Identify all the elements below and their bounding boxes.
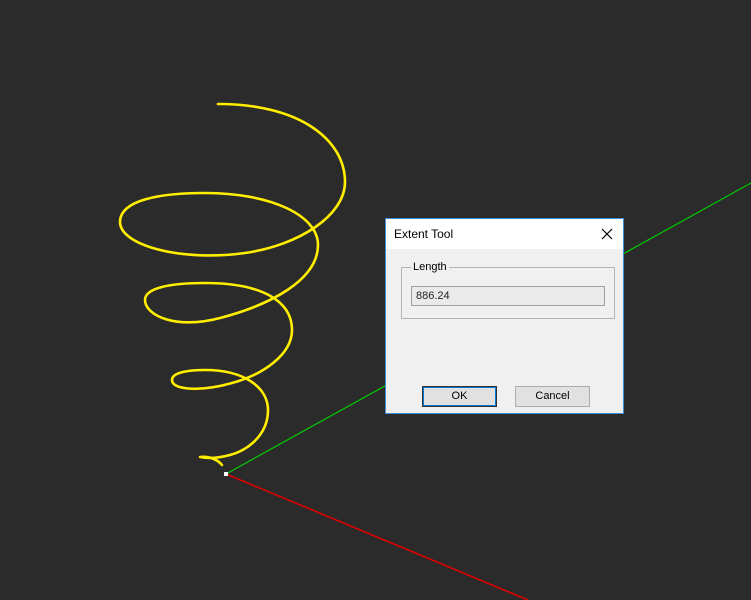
viewport-canvas[interactable] <box>0 0 751 600</box>
dialog-titlebar[interactable]: Extent Tool <box>386 219 623 249</box>
helix-curve[interactable] <box>118 102 347 467</box>
length-group-label: Length <box>411 260 449 274</box>
close-icon <box>601 228 613 240</box>
close-button[interactable] <box>595 222 619 246</box>
origin-point[interactable] <box>224 472 228 476</box>
dialog-title: Extent Tool <box>394 227 454 241</box>
cancel-button[interactable]: Cancel <box>515 386 590 407</box>
extent-tool-dialog: Extent Tool Length 886.24 OK Cancel <box>385 218 624 414</box>
ok-button[interactable]: OK <box>422 386 497 407</box>
length-groupbox: Length 886.24 <box>401 260 615 319</box>
3d-viewport[interactable] <box>0 0 751 600</box>
length-value-field[interactable]: 886.24 <box>411 286 605 306</box>
axis-x-line <box>225 473 529 600</box>
